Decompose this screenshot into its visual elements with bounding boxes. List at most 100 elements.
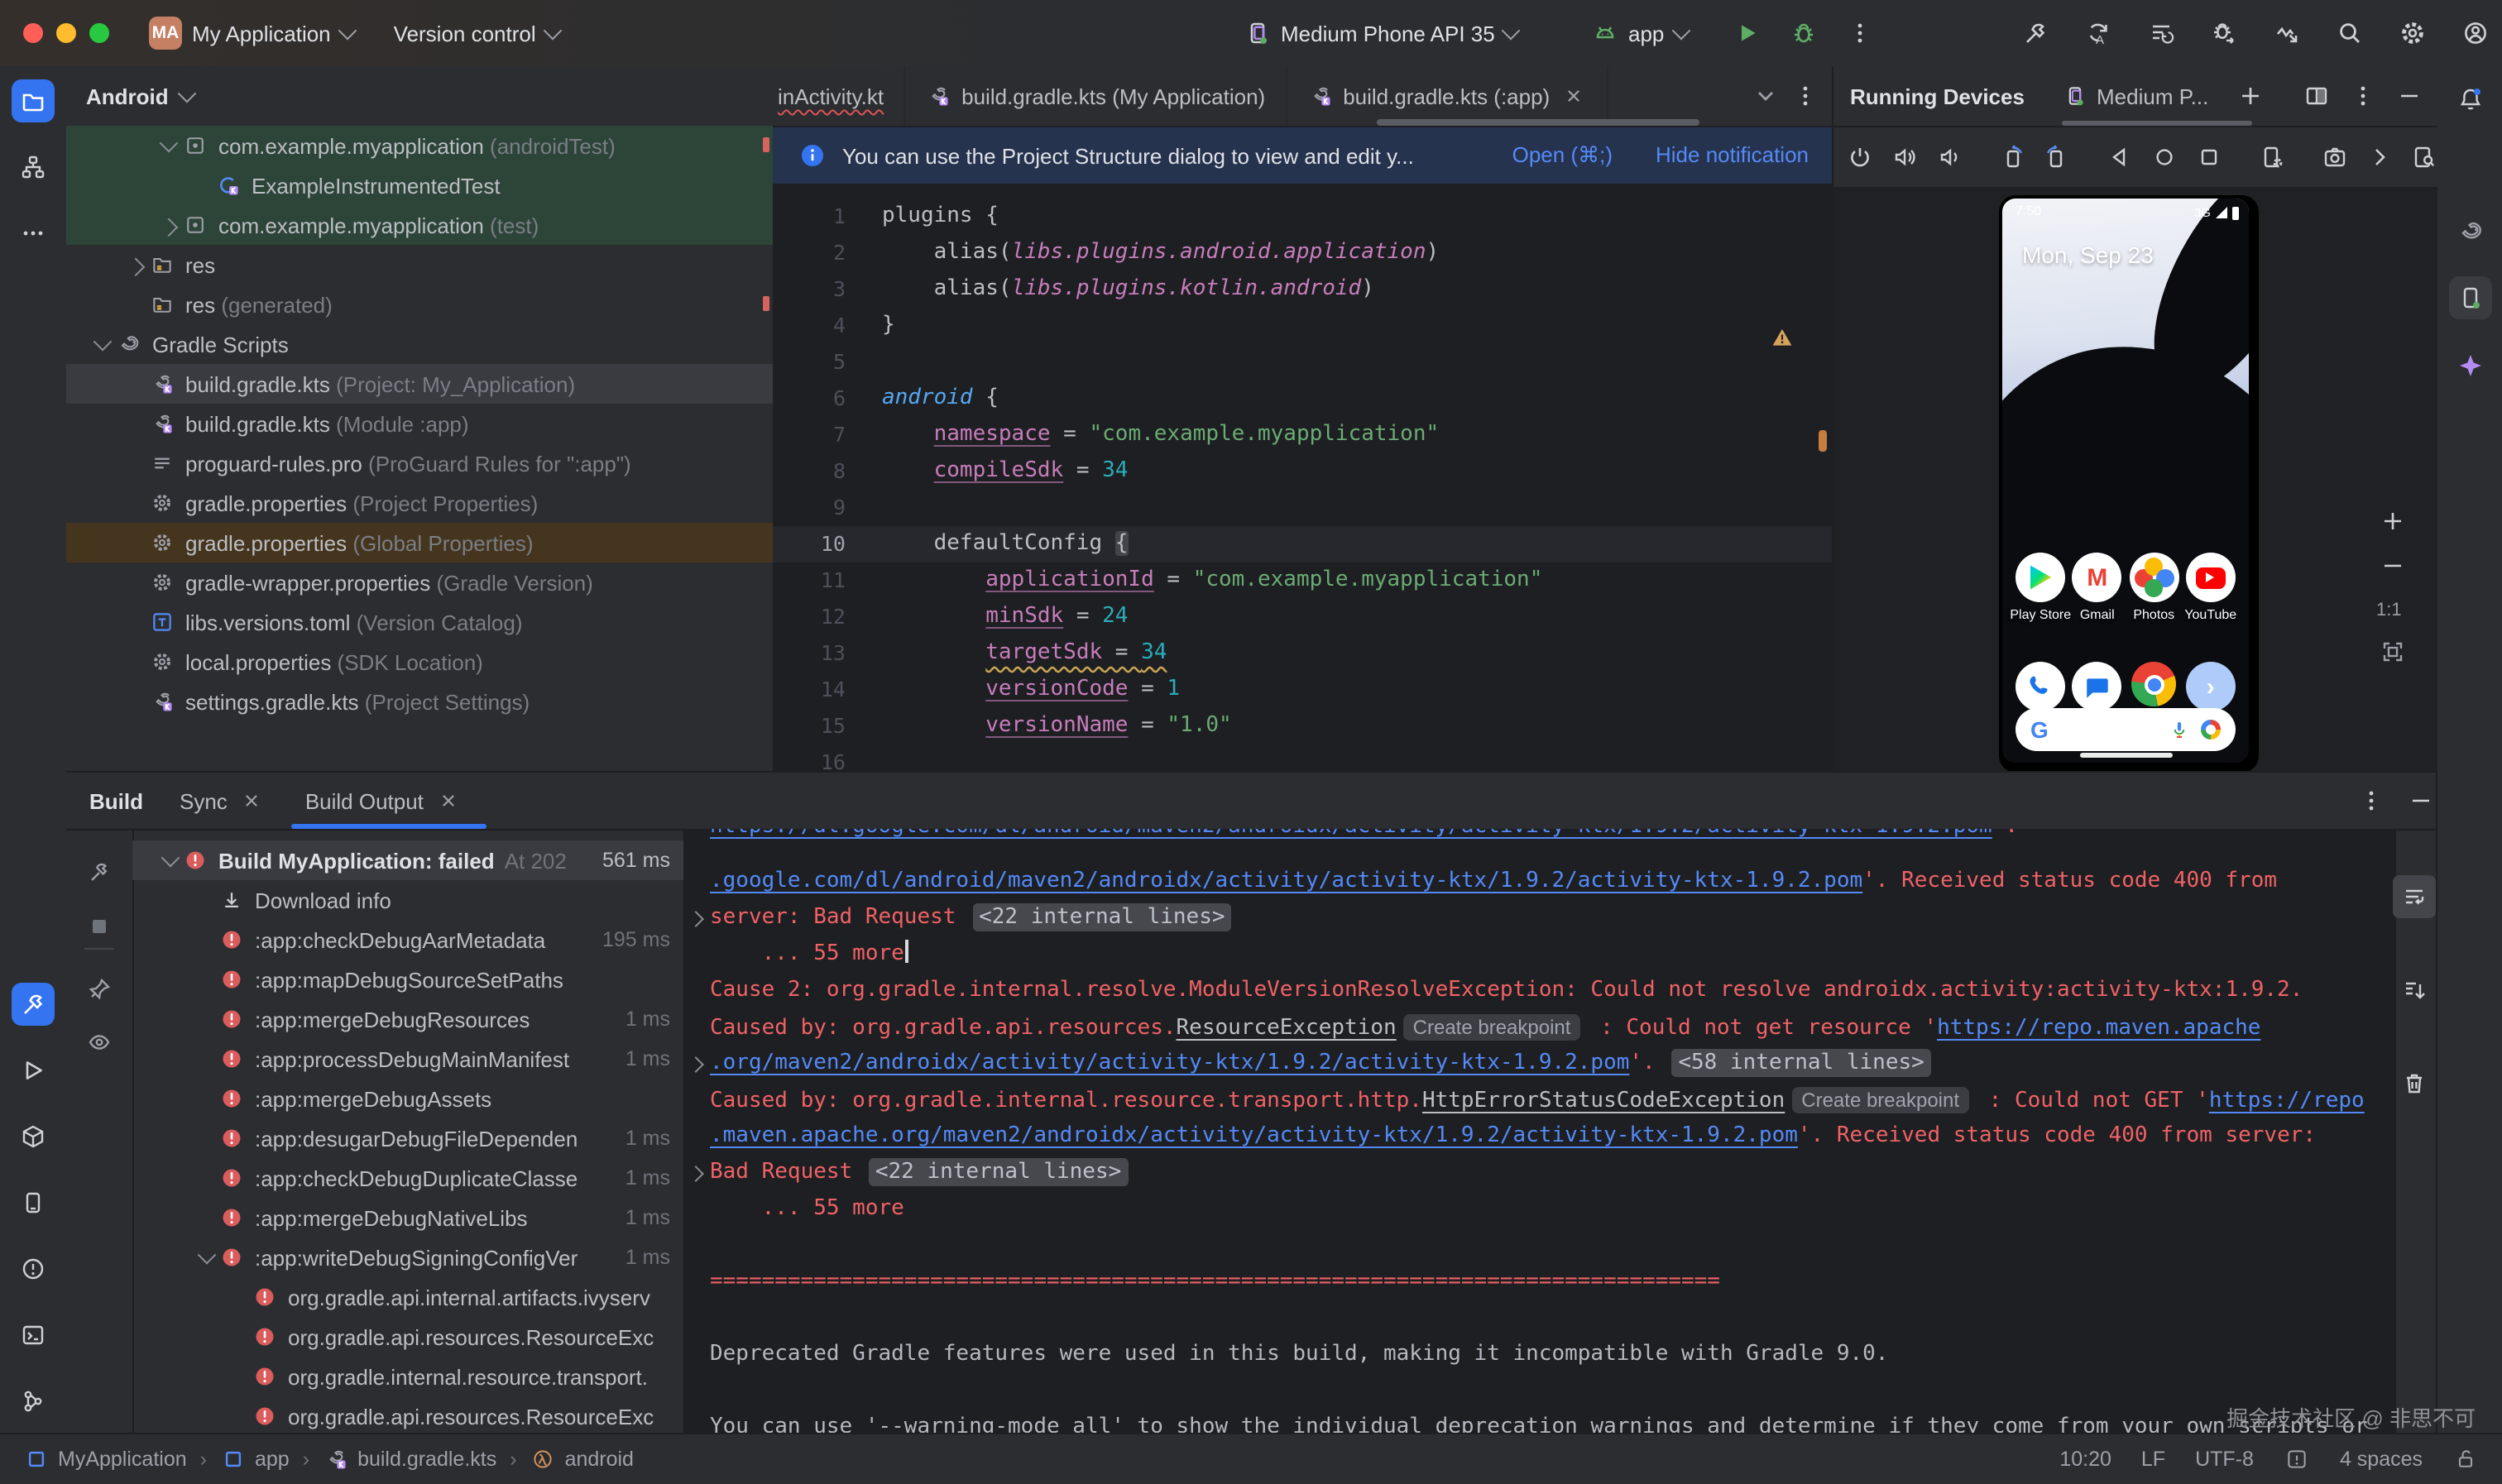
breadcrumb-item[interactable]: build.gradle.kts <box>323 1446 496 1472</box>
project-tree-item[interactable]: com.example.myapplication (test) <box>66 205 773 245</box>
build-tree-item[interactable]: Download info <box>132 880 683 920</box>
device-tab[interactable]: Medium P... <box>2062 66 2208 126</box>
write-access-icon[interactable] <box>2452 1446 2479 1472</box>
messages-app-icon[interactable] <box>2073 662 2122 711</box>
project-tree-item[interactable]: gradle-wrapper.properties (Gradle Versio… <box>66 562 773 602</box>
editor-tab-active[interactable]: build.gradle.kts (:app) <box>1287 66 1608 126</box>
close-icon[interactable] <box>435 787 462 814</box>
app-shortcut[interactable]: YouTube <box>2183 553 2239 622</box>
nav-home-icon[interactable] <box>2151 144 2178 170</box>
hide-panel-button[interactable] <box>2396 83 2423 109</box>
stripe-more-horizontal[interactable] <box>12 212 55 255</box>
project-tree-item[interactable]: res <box>66 245 773 285</box>
app-shortcut[interactable] <box>2069 662 2126 711</box>
code-line[interactable]: 3 alias(libs.plugins.kotlin.android) <box>773 271 1832 308</box>
breadcrumb-item[interactable]: MyApplication <box>23 1446 187 1472</box>
editor-tab[interactable]: inActivity.kt <box>773 66 905 126</box>
tab-scrollbar-thumb[interactable] <box>1377 119 1699 126</box>
rotate-right-icon[interactable] <box>2044 144 2070 170</box>
volume-up-icon[interactable] <box>1891 144 1918 170</box>
stripe-run[interactable] <box>12 1049 55 1092</box>
build-tree-item[interactable]: :app:mergeDebugResources1 ms <box>132 999 683 1039</box>
console-line[interactable]: server: Bad Request <22 internal lines> <box>685 900 1235 936</box>
add-device-button[interactable] <box>2237 83 2264 109</box>
expand-chevron-icon[interactable] <box>160 134 179 153</box>
google-search-bar[interactable]: G <box>2015 708 2236 751</box>
project-tree-item[interactable]: ExampleInstrumentedTest <box>66 165 773 205</box>
split-view-button[interactable] <box>2303 83 2330 109</box>
build-tree-item[interactable]: :app:checkDebugDuplicateClasse1 ms <box>132 1158 683 1198</box>
minimize-window-button[interactable] <box>56 23 76 43</box>
vcs-widget[interactable]: Version control <box>394 21 559 45</box>
build-tree-item[interactable]: :app:processDebugMainManifest1 ms <box>132 1039 683 1079</box>
stripe-git-branch[interactable] <box>12 1380 55 1423</box>
power-icon[interactable] <box>1847 144 1873 170</box>
phone-app-icon[interactable] <box>2015 662 2065 711</box>
tab-options-button[interactable] <box>1792 83 1819 109</box>
file-encoding[interactable]: UTF-8 <box>2195 1448 2254 1471</box>
fold-chevron-icon[interactable] <box>688 1166 704 1182</box>
nav-back-icon[interactable] <box>2107 144 2133 170</box>
breadcrumb-item[interactable]: android <box>530 1446 634 1472</box>
build-hammer-icon[interactable] <box>2022 20 2049 46</box>
console-line[interactable]: .org/maven2/androidx/activity/activity-k… <box>685 1046 1934 1082</box>
project-tree-item[interactable]: build.gradle.kts (Project: My_Applicatio… <box>66 364 773 404</box>
gmail-app-icon[interactable]: M <box>2073 553 2122 602</box>
project-tree-item[interactable]: res (generated) <box>66 285 773 324</box>
zoom-reset-button[interactable]: 1:1 <box>2376 601 2402 620</box>
volume-down-icon[interactable] <box>1936 144 1963 170</box>
stop-button[interactable] <box>78 905 121 948</box>
code-line[interactable]: 6android { <box>773 381 1832 417</box>
emulator-device-frame[interactable]: 7:50 3G Mon, Sep 23 Play StoreMGmailPhot… <box>1999 195 2259 773</box>
zoom-out-button[interactable] <box>2380 553 2406 579</box>
panel-options-button[interactable] <box>2358 787 2385 814</box>
expand-chevron-icon[interactable] <box>160 218 179 237</box>
debug-button[interactable] <box>1790 20 1817 46</box>
expand-chevron-icon[interactable] <box>127 258 146 277</box>
console-line[interactable]: .google.com/dl/android/maven2/androidx/a… <box>685 864 2277 900</box>
eye-button[interactable] <box>78 1021 121 1064</box>
fold-chevron-icon[interactable] <box>688 911 704 927</box>
app-shortcut[interactable]: › <box>2183 662 2239 711</box>
project-view-selector[interactable]: Android <box>86 84 169 108</box>
inspection-highlight-icon[interactable] <box>2284 1446 2310 1472</box>
close-icon[interactable] <box>1560 83 1586 109</box>
code-line[interactable]: 15 versionName = "1.0" <box>773 708 1832 744</box>
home-indicator[interactable] <box>2079 753 2172 758</box>
build-tree-item[interactable]: :app:mapDebugSourceSetPaths <box>132 960 683 999</box>
screenshot-camera-icon[interactable] <box>2322 144 2348 170</box>
project-tree-item[interactable]: proguard-rules.pro (ProGuard Rules for "… <box>66 443 773 483</box>
fit-to-screen-button[interactable] <box>2380 639 2406 665</box>
close-window-button[interactable] <box>23 23 43 43</box>
line-ending[interactable]: LF <box>2141 1448 2165 1471</box>
nav-recents-icon[interactable] <box>2196 144 2222 170</box>
console-line[interactable]: https://dl.google.com/dl/android/maven2/… <box>685 829 2018 845</box>
device-search-icon[interactable] <box>2411 144 2437 170</box>
play-store-app-icon[interactable] <box>2015 553 2065 602</box>
hide-panel-button[interactable] <box>2408 787 2434 814</box>
photos-app-icon[interactable] <box>2129 553 2178 602</box>
build-tree-item[interactable]: :app:mergeDebugAssets <box>132 1079 683 1118</box>
app-shortcut[interactable]: Play Store <box>2012 553 2068 622</box>
search-everywhere-icon[interactable] <box>2337 20 2363 46</box>
build-tree-item[interactable]: :app:writeDebugSigningConfigVer1 ms <box>132 1237 683 1277</box>
code-line[interactable]: 7 namespace = "com.example.myapplication… <box>773 417 1832 453</box>
project-tree-item[interactable]: build.gradle.kts (Module :app) <box>66 404 773 443</box>
device-selector[interactable]: Medium Phone API 35 <box>1244 0 1518 66</box>
chevron-right-icon[interactable] <box>2366 144 2393 170</box>
hide-notification-link[interactable]: Hide notification <box>1656 142 1809 169</box>
stripe-device-mirror[interactable] <box>12 1181 55 1224</box>
run-config-selector[interactable]: app <box>1592 0 1687 66</box>
editor-tab[interactable]: build.gradle.kts (My Application) <box>905 66 1287 126</box>
app-shortcut[interactable]: Photos <box>2126 553 2182 622</box>
inspection-warning-icon[interactable] <box>1769 324 1795 351</box>
project-tree-item[interactable]: local.properties (SDK Location) <box>66 642 773 682</box>
stripe-ai-sparkle[interactable] <box>2449 344 2492 387</box>
scroll-to-end-button[interactable] <box>2393 969 2436 1012</box>
settings-gear-icon[interactable] <box>2399 20 2426 46</box>
code-line[interactable]: 4} <box>773 308 1832 344</box>
build-variants-icon[interactable] <box>2148 20 2174 46</box>
console-line[interactable]: ... 55 more <box>685 1191 904 1228</box>
code-line[interactable]: 8 compileSdk = 34 <box>773 453 1832 490</box>
app-shortcut[interactable] <box>2012 662 2068 711</box>
